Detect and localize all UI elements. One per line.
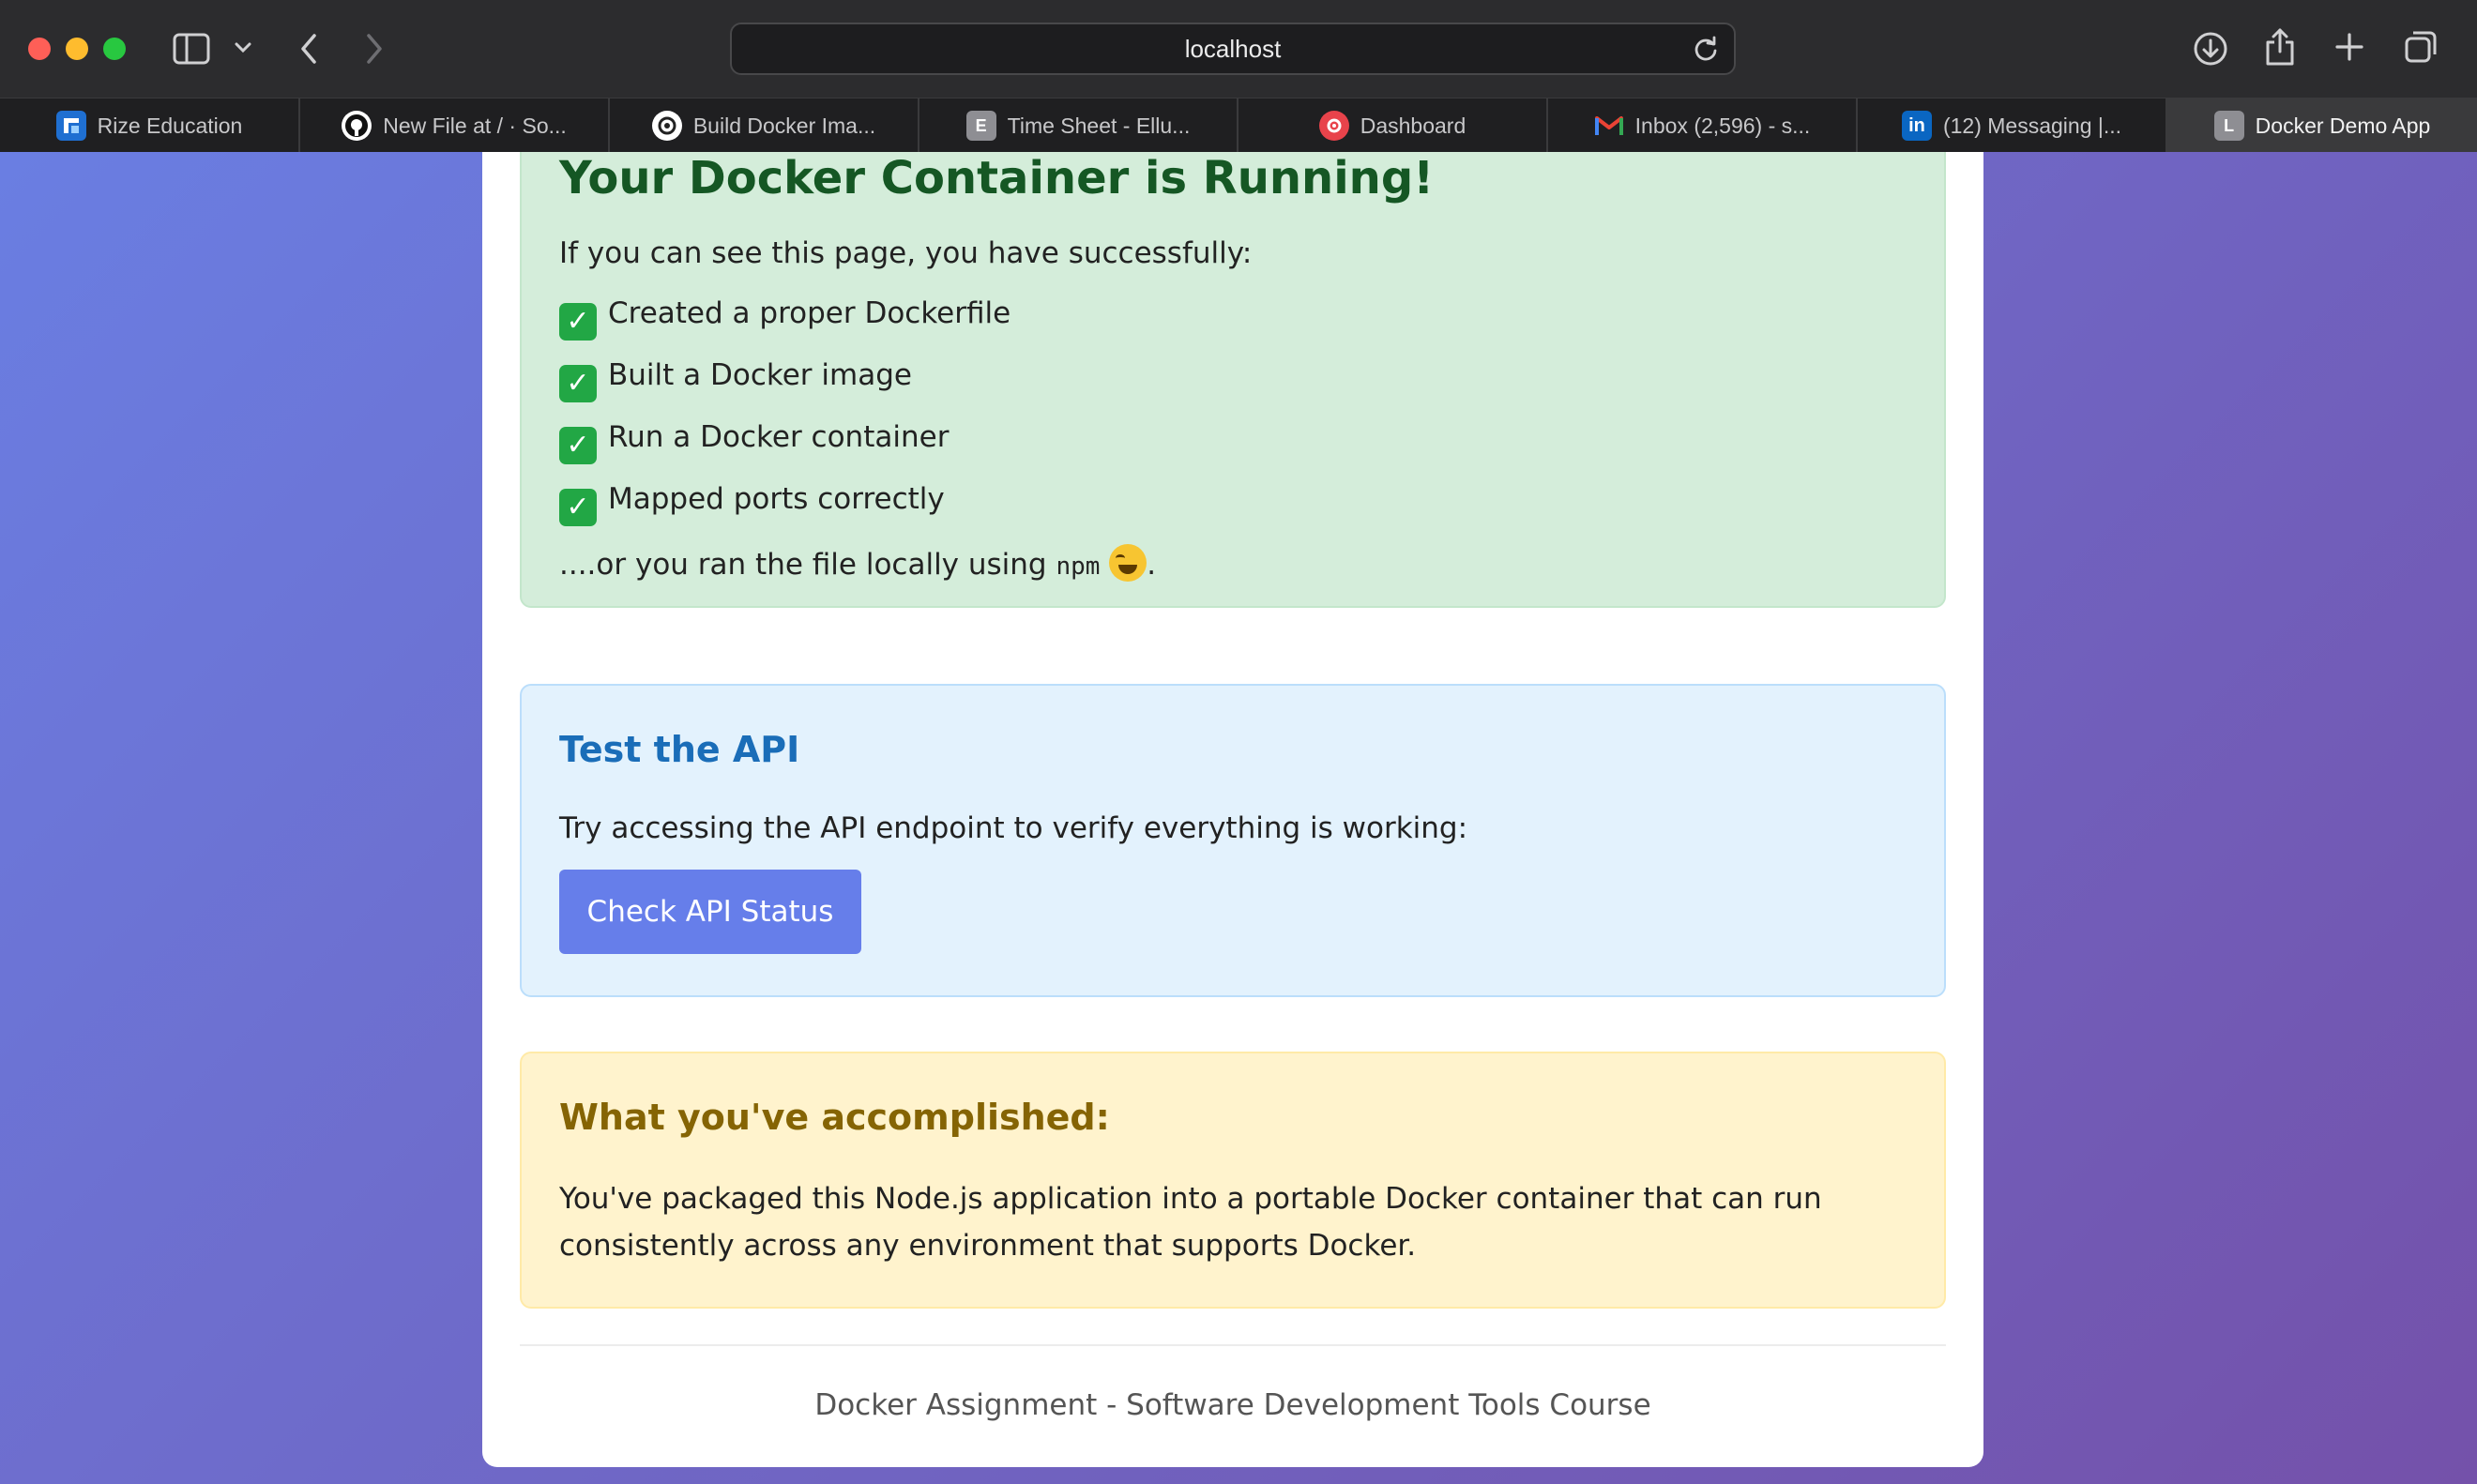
tab-overview-icon[interactable] <box>2402 28 2439 66</box>
openai-icon <box>651 111 682 141</box>
page-viewport: Your Docker Container is Running! If you… <box>0 152 2477 1484</box>
accomplished-heading: What you've accomplished: <box>559 1097 1110 1138</box>
minimize-window-button[interactable] <box>66 38 88 60</box>
tab-label: New File at / · So... <box>383 113 567 138</box>
downloads-icon[interactable] <box>2192 30 2229 68</box>
tab-label: Docker Demo App <box>2255 113 2431 138</box>
back-icon[interactable] <box>295 32 323 66</box>
tab-gmail-inbox[interactable]: Inbox (2,596) - s... <box>1548 98 1858 153</box>
tab-bar: Rize Education New File at / · So... Bui… <box>0 98 2477 153</box>
footer-text: Docker Assignment - Software Development… <box>814 1388 1651 1422</box>
tab-rize-education[interactable]: Rize Education <box>0 98 300 153</box>
content-container: Your Docker Container is Running! If you… <box>482 152 1983 1467</box>
check-mark-icon: ✓ <box>559 303 597 341</box>
letter-e-icon: E <box>965 111 996 141</box>
checklist-item: ✓ Created a proper Dockerfile <box>559 296 1011 341</box>
tab-time-sheet[interactable]: E Time Sheet - Ellu... <box>919 98 1238 153</box>
address-bar[interactable]: localhost <box>730 23 1736 75</box>
npm-code: npm <box>1056 553 1101 581</box>
close-window-button[interactable] <box>28 38 51 60</box>
tab-label: Build Docker Ima... <box>692 113 876 138</box>
chevron-down-icon[interactable] <box>233 38 253 58</box>
checklist-item: ✓ Run a Docker container <box>559 420 949 464</box>
letter-l-icon: L <box>2213 111 2244 141</box>
npm-note: ....or you ran the file locally using np… <box>559 544 1156 582</box>
tab-label: Inbox (2,596) - s... <box>1634 113 1811 138</box>
check-api-status-button[interactable]: Check API Status <box>559 870 861 954</box>
api-description: Try accessing the API endpoint to verify… <box>559 811 1468 845</box>
accomplished-text: You've packaged this Node.js application… <box>559 1182 1822 1263</box>
success-card: Your Docker Container is Running! If you… <box>520 152 1946 608</box>
tab-github-new-file[interactable]: New File at / · So... <box>300 98 610 153</box>
accomplished-card: What you've accomplished: You've package… <box>520 1052 1946 1309</box>
rize-icon <box>55 111 86 141</box>
checklist-item: ✓ Mapped ports correctly <box>559 482 945 526</box>
address-text: localhost <box>1184 35 1282 63</box>
zoom-window-button[interactable] <box>103 38 126 60</box>
linkedin-icon: in <box>1901 111 1932 141</box>
github-icon <box>342 111 372 141</box>
new-tab-icon[interactable] <box>2333 30 2366 64</box>
tab-linkedin-messaging[interactable]: in (12) Messaging |... <box>1858 98 2167 153</box>
tab-label: Rize Education <box>97 113 243 138</box>
tab-build-docker-image[interactable]: Build Docker Ima... <box>610 98 919 153</box>
share-icon[interactable] <box>2261 26 2299 68</box>
tab-label: (12) Messaging |... <box>1942 113 2122 138</box>
browser-toolbar: localhost <box>0 0 2477 98</box>
success-intro: If you can see this page, you have succe… <box>559 236 1253 270</box>
sidebar-toggle-icon[interactable] <box>173 32 210 66</box>
tab-label: Dashboard <box>1360 113 1466 138</box>
check-mark-icon: ✓ <box>559 365 597 402</box>
tab-docker-demo-app[interactable]: L Docker Demo App <box>2167 98 2477 153</box>
dashboard-icon <box>1318 111 1349 141</box>
api-card: Test the API Try accessing the API endpo… <box>520 684 1946 997</box>
success-heading: Your Docker Container is Running! <box>559 152 1435 204</box>
checklist-item: ✓ Built a Docker image <box>559 358 912 402</box>
check-mark-icon: ✓ <box>559 427 597 464</box>
tab-label: Time Sheet - Ellu... <box>1007 113 1191 138</box>
forward-icon[interactable] <box>360 32 388 66</box>
check-mark-icon: ✓ <box>559 489 597 526</box>
reload-icon[interactable] <box>1693 36 1719 62</box>
laughing-emoji-icon <box>1109 544 1147 582</box>
api-heading: Test the API <box>559 729 800 770</box>
gmail-icon <box>1594 111 1624 141</box>
footer-divider <box>520 1344 1946 1346</box>
tab-dashboard[interactable]: Dashboard <box>1238 98 1548 153</box>
